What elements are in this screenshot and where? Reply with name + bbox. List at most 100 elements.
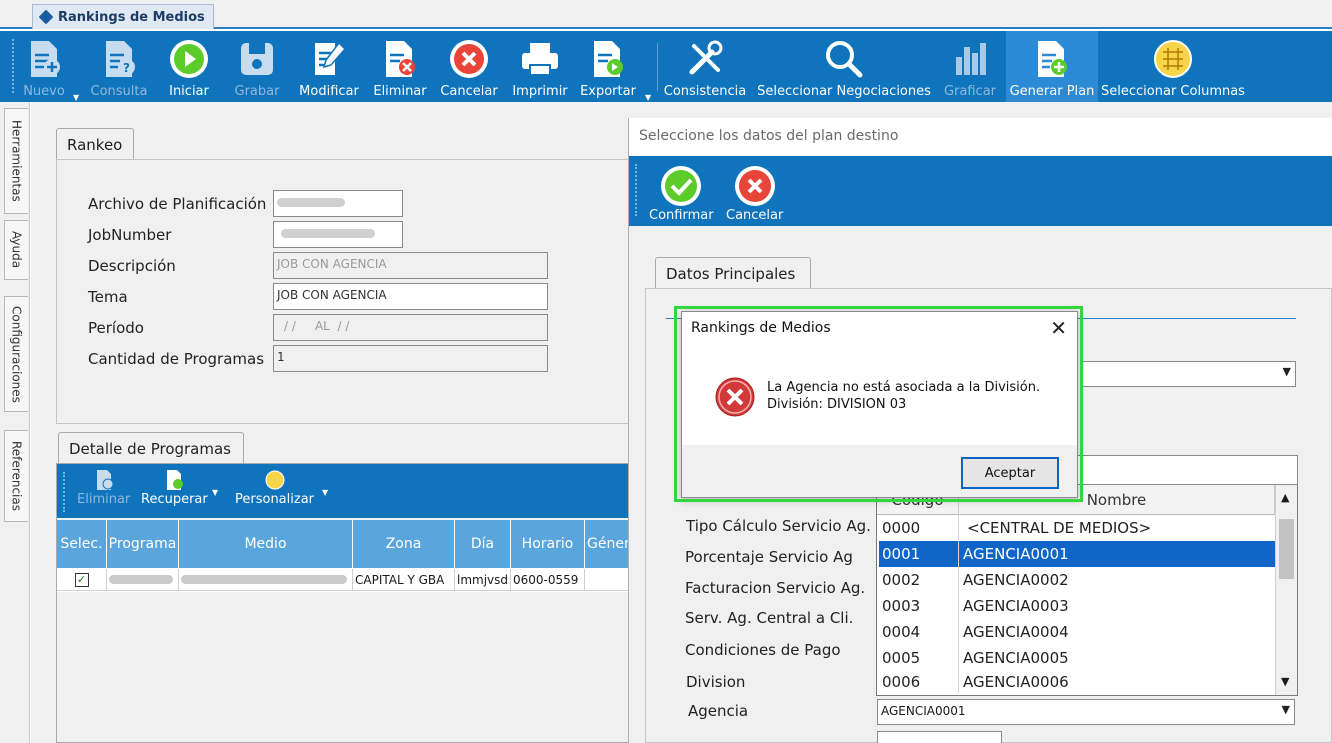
genero-cell	[585, 569, 629, 590]
toolbar-grip[interactable]	[12, 39, 16, 93]
highlight-frame	[674, 306, 1083, 502]
dropdown-row[interactable]: 0002 AGENCIA0002	[879, 567, 1275, 593]
col-zona[interactable]: Zona	[353, 520, 455, 568]
plan-cancelar-button[interactable]: Cancelar	[726, 164, 783, 223]
svg-text:?: ?	[123, 61, 130, 75]
agencia-label: Agencia	[688, 702, 749, 720]
recuperar-dropdown-caret[interactable]: ▼	[212, 488, 218, 497]
cancelar-button[interactable]: Cancelar	[440, 31, 498, 102]
scroll-down-icon[interactable]: ▼	[1281, 675, 1289, 688]
imprimir-button[interactable]: Imprimir	[510, 31, 570, 102]
consistencia-button[interactable]: Consistencia	[662, 31, 748, 102]
save-disk-icon	[234, 36, 280, 82]
graficar-button[interactable]: Graficar	[938, 31, 1002, 102]
consulta-button[interactable]: ? Consulta	[88, 31, 150, 102]
delete-document-icon	[377, 36, 423, 82]
tema-field[interactable]: JOB CON AGENCIA	[273, 283, 548, 310]
dia-cell: lmmjvsd	[455, 569, 511, 590]
dropdown-row[interactable]: 0005 AGENCIA0005	[879, 645, 1275, 671]
customize-icon	[262, 468, 288, 492]
side-tab-herramientas[interactable]: Herramientas	[4, 108, 28, 214]
dropdown-row[interactable]: 0003 AGENCIA0003	[879, 593, 1275, 619]
tab-detalle-programas[interactable]: Detalle de Programas	[58, 432, 244, 464]
generar-plan-button[interactable]: Generar Plan	[1006, 31, 1098, 102]
bar-chart-icon	[947, 36, 993, 82]
scrollbar-thumb[interactable]	[1279, 519, 1294, 579]
cantidad-field[interactable]: 1	[273, 345, 548, 372]
tab-rankeo[interactable]: Rankeo	[56, 128, 134, 160]
document-tab-label: Rankings de Medios	[58, 9, 205, 25]
check-icon	[661, 166, 702, 206]
porcentaje-label: Porcentaje Servicio Ag	[685, 548, 853, 566]
tab-datos-principales[interactable]: Datos Principales	[655, 257, 811, 289]
periodo-field[interactable]: / / AL / /	[273, 314, 548, 341]
nuevo-button[interactable]: Nuevo	[20, 31, 68, 102]
facturacion-label: Facturacion Servicio Ag.	[685, 579, 866, 597]
combo-hidden-right[interactable]: ▼	[1080, 361, 1296, 387]
dropdown-row[interactable]: 0000 <CENTRAL DE MEDIOS>	[879, 515, 1275, 541]
programas-grid-header: Selec. Programa Medio Zona Día Horario G…	[57, 520, 629, 568]
confirmar-button[interactable]: Confirmar	[649, 164, 714, 223]
columns-grid-icon	[1150, 36, 1196, 82]
cancel-x-icon	[446, 36, 492, 82]
magnifier-icon	[821, 36, 867, 82]
detalle-recuperar-button[interactable]: Recuperar	[141, 468, 208, 507]
scroll-up-icon[interactable]: ▲	[1281, 491, 1289, 504]
detalle-eliminar-button[interactable]: Eliminar	[77, 468, 130, 507]
chevron-down-icon[interactable]: ▼	[1282, 703, 1290, 716]
plan-toolbar-grip[interactable]	[635, 164, 639, 216]
iniciar-button[interactable]: Iniciar	[164, 31, 214, 102]
export-document-icon	[585, 36, 631, 82]
nuevo-dropdown-caret[interactable]: ▼	[73, 93, 79, 102]
select-cell: ✓	[57, 569, 107, 590]
query-document-icon: ?	[96, 36, 142, 82]
dropdown-row[interactable]: 0004 AGENCIA0004	[879, 619, 1275, 645]
side-tab-configuraciones[interactable]: Configuraciones	[4, 296, 28, 412]
exportar-button[interactable]: Exportar	[576, 31, 640, 102]
toolbar-separator	[657, 43, 658, 91]
main-toolbar: Nuevo ▼ ? Consulta Iniciar Grabar Modifi…	[0, 31, 1332, 102]
col-horario[interactable]: Horario	[511, 520, 585, 568]
side-tab-referencias[interactable]: Referencias	[4, 430, 28, 522]
detalle-personalizar-button[interactable]: Personalizar	[235, 468, 314, 507]
jobnumber-field[interactable]	[273, 221, 403, 248]
play-icon	[166, 36, 212, 82]
modificar-button[interactable]: Modificar	[296, 31, 362, 102]
descripcion-label: Descripción	[88, 257, 176, 275]
table-row[interactable]: ✓ CAPITAL Y GBA lmmjvsd 0600-0559	[57, 569, 629, 591]
agencia-dropdown-list: Codigo Nombre 0000 <CENTRAL DE MEDIOS> 00…	[876, 484, 1298, 696]
grabar-button[interactable]: Grabar	[232, 31, 282, 102]
cantidad-label: Cantidad de Programas	[88, 350, 265, 368]
col-programa[interactable]: Programa	[107, 520, 179, 568]
medio-cell	[179, 569, 353, 590]
periodo-label: Período	[88, 319, 144, 337]
col-medio[interactable]: Medio	[179, 520, 353, 568]
seleccionar-negociaciones-button[interactable]: Seleccionar Negociaciones	[756, 31, 932, 102]
col-genero[interactable]: Géner	[585, 520, 629, 568]
archivo-field[interactable]	[273, 190, 403, 217]
delete-document-icon	[91, 468, 117, 492]
agencia-combo[interactable]: AGENCIA0001 ▼	[877, 699, 1295, 725]
document-tab[interactable]: Rankings de Medios	[32, 4, 214, 29]
exportar-dropdown-caret[interactable]: ▼	[645, 93, 651, 102]
side-tabs: Herramientas Ayuda Configuraciones Refer…	[0, 102, 30, 743]
agencia-combo-value: AGENCIA0001	[881, 704, 966, 718]
division-label: Division	[686, 673, 746, 691]
eliminar-button[interactable]: Eliminar	[372, 31, 428, 102]
zona-cell: CAPITAL Y GBA	[353, 569, 455, 590]
row-checkbox[interactable]: ✓	[74, 572, 89, 587]
plan-destino-title: Seleccione los datos del plan destino	[629, 118, 1332, 156]
dropdown-scrollbar[interactable]: ▲ ▼	[1275, 485, 1297, 695]
personalizar-dropdown-caret[interactable]: ▼	[322, 488, 328, 497]
dropdown-row-selected[interactable]: 0001 AGENCIA0001	[879, 541, 1275, 567]
generate-plan-icon	[1029, 36, 1075, 82]
archivo-label: Archivo de Planificación	[88, 195, 267, 213]
pedido-field[interactable]	[877, 731, 1002, 743]
dropdown-row[interactable]: 0006 AGENCIA0006	[879, 671, 1275, 693]
col-selec[interactable]: Selec.	[57, 520, 107, 568]
seleccionar-columnas-button[interactable]: Seleccionar Columnas	[1101, 31, 1245, 102]
detalle-toolbar-grip[interactable]	[63, 472, 67, 512]
side-tab-ayuda[interactable]: Ayuda	[4, 220, 28, 280]
col-dia[interactable]: Día	[455, 520, 511, 568]
descripcion-field[interactable]: JOB CON AGENCIA	[273, 252, 548, 279]
